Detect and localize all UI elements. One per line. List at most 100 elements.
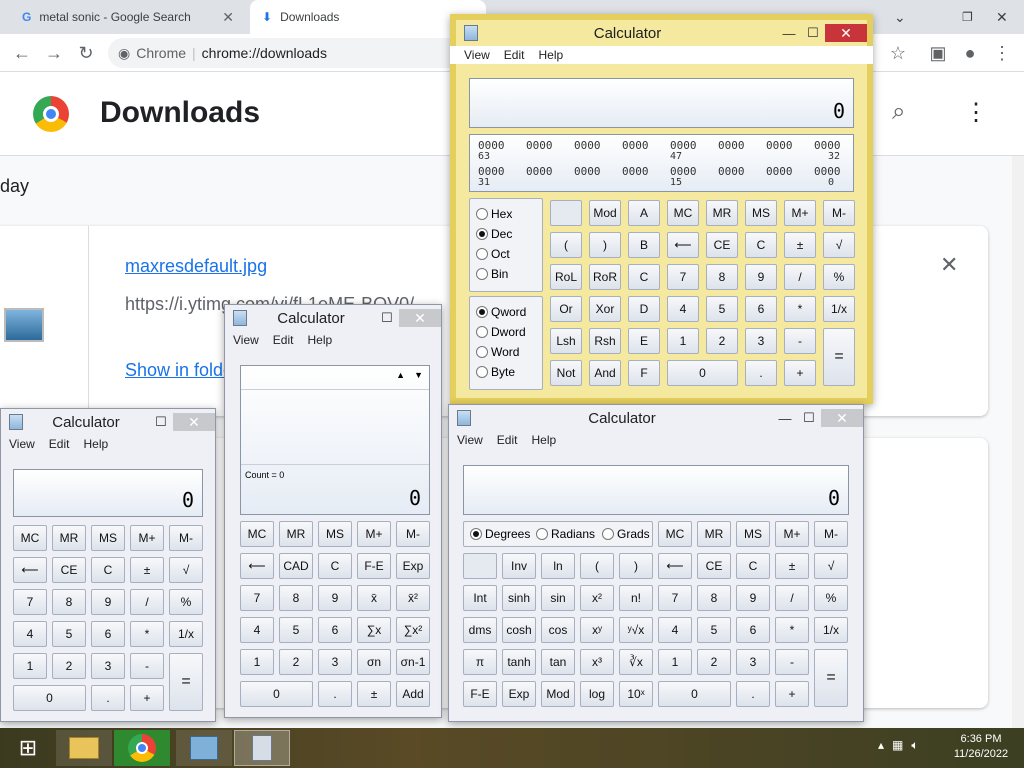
key-7[interactable]: 7 (240, 585, 274, 611)
menu-view[interactable]: View (457, 433, 483, 447)
key-5[interactable]: 5 (52, 621, 86, 647)
page-scrollbar[interactable] (1012, 156, 1024, 728)
key-m[interactable]: M+ (784, 200, 816, 226)
close-button[interactable]: ✕ (821, 409, 863, 427)
key-x[interactable]: x̄² (396, 585, 430, 611)
key-exp[interactable]: Exp (502, 681, 536, 707)
key-4[interactable]: 4 (658, 617, 692, 643)
key-m[interactable]: M- (823, 200, 855, 226)
key-sym[interactable]: π (463, 649, 497, 675)
key-or[interactable]: Or (550, 296, 582, 322)
tab-list-chevron-icon[interactable]: ⌄ (882, 0, 912, 34)
bit-group[interactable]: 0000 (718, 165, 745, 178)
key-2[interactable]: 2 (706, 328, 738, 354)
key-m[interactable]: M- (814, 521, 848, 547)
key-sym[interactable]: + (775, 681, 809, 707)
key-mr[interactable]: MR (279, 521, 313, 547)
key-sym[interactable]: / (775, 585, 809, 611)
key-sym[interactable]: . (745, 360, 777, 386)
key-8[interactable]: 8 (706, 264, 738, 290)
key-c[interactable]: C (91, 557, 125, 583)
key-7[interactable]: 7 (658, 585, 692, 611)
key-mod[interactable]: Mod (541, 681, 575, 707)
title-bar[interactable]: Calculator ☐ ✕ (225, 305, 441, 331)
key-1[interactable]: 1 (13, 653, 47, 679)
close-button[interactable]: ✕ (825, 24, 867, 42)
key-sym[interactable]: ) (589, 232, 621, 258)
key-f[interactable]: F (628, 360, 660, 386)
key-sym[interactable]: = (169, 653, 203, 711)
key-c[interactable]: C (318, 553, 352, 579)
key-n[interactable]: σn (357, 649, 391, 675)
forward-arrow-icon[interactable]: → (40, 39, 68, 67)
key-mr[interactable]: MR (706, 200, 738, 226)
key-dms[interactable]: dms (463, 617, 497, 643)
minimize-button[interactable]: — (773, 409, 797, 427)
key-sym[interactable]: * (775, 617, 809, 643)
key-xor[interactable]: Xor (589, 296, 621, 322)
close-tab-icon[interactable]: ✕ (222, 9, 234, 26)
maximize-button[interactable]: ☐ (375, 309, 399, 327)
key-m[interactable]: M+ (775, 521, 809, 547)
key-6[interactable]: 6 (318, 617, 352, 643)
key-5[interactable]: 5 (279, 617, 313, 643)
key-1[interactable]: 1 (240, 649, 274, 675)
key-c[interactable]: C (745, 232, 777, 258)
key-6[interactable]: 6 (91, 621, 125, 647)
key-4[interactable]: 4 (240, 617, 274, 643)
key-1-x[interactable]: 1/x (169, 621, 203, 647)
menu-help[interactable]: Help (83, 437, 108, 451)
control-panel-icon[interactable] (176, 730, 232, 766)
maximize-button[interactable]: ☐ (149, 413, 173, 431)
radio-byte[interactable]: Byte (476, 365, 515, 379)
key-log[interactable]: log (580, 681, 614, 707)
key-sym[interactable]: √ (814, 553, 848, 579)
start-button[interactable]: ⊞ (0, 730, 56, 766)
key-x[interactable]: xʸ (580, 617, 614, 643)
key-9[interactable]: 9 (91, 589, 125, 615)
key-5[interactable]: 5 (697, 617, 731, 643)
volume-icon[interactable]: 🔈︎ (911, 738, 918, 753)
key-sinh[interactable]: sinh (502, 585, 536, 611)
radio-qword[interactable]: Qword (476, 305, 526, 319)
key-a[interactable]: A (628, 200, 660, 226)
key-m[interactable]: M+ (130, 525, 164, 551)
key-ln[interactable]: ln (541, 553, 575, 579)
scroll-down-icon[interactable]: ▼ (414, 370, 423, 380)
reload-icon[interactable]: ↻ (72, 39, 100, 67)
key-x[interactable]: ʸ√x (619, 617, 653, 643)
key-tan[interactable]: tan (541, 649, 575, 675)
bit-group[interactable]: 0000 (526, 139, 553, 152)
key-sym[interactable]: ± (784, 232, 816, 258)
key-sym[interactable]: - (775, 649, 809, 675)
radio-oct[interactable]: Oct (476, 247, 510, 261)
bookmark-star-icon[interactable]: ☆ (884, 39, 912, 67)
key-sym[interactable]: . (91, 685, 125, 711)
menu-edit[interactable]: Edit (497, 433, 518, 447)
key-3[interactable]: 3 (736, 649, 770, 675)
key-8[interactable]: 8 (697, 585, 731, 611)
key-x[interactable]: ∑x² (396, 617, 430, 643)
bit-group[interactable]: 0000 (622, 139, 649, 152)
key-x[interactable]: ∛x (619, 649, 653, 675)
title-bar[interactable]: Calculator — ☐ ✕ (456, 20, 867, 46)
restore-window-button[interactable]: ❐ (950, 0, 974, 34)
key-0[interactable]: 0 (240, 681, 313, 707)
key-3[interactable]: 3 (745, 328, 777, 354)
menu-view[interactable]: View (464, 48, 490, 62)
radio-word[interactable]: Word (476, 345, 519, 359)
key-m[interactable]: M- (169, 525, 203, 551)
dataset-list[interactable]: ▲ ▼ (241, 366, 429, 390)
key-c[interactable]: C (736, 553, 770, 579)
menu-edit[interactable]: Edit (49, 437, 70, 451)
menu-help[interactable]: Help (307, 333, 332, 347)
key-sym[interactable]: ) (619, 553, 653, 579)
key-f-e[interactable]: F-E (463, 681, 497, 707)
maximize-button[interactable]: ☐ (801, 24, 825, 42)
key-n[interactable]: n! (619, 585, 653, 611)
key-sym[interactable]: * (784, 296, 816, 322)
key-1-x[interactable]: 1/x (823, 296, 855, 322)
key-1[interactable]: 1 (667, 328, 699, 354)
close-button[interactable]: ✕ (399, 309, 441, 327)
key-m[interactable]: M+ (357, 521, 391, 547)
